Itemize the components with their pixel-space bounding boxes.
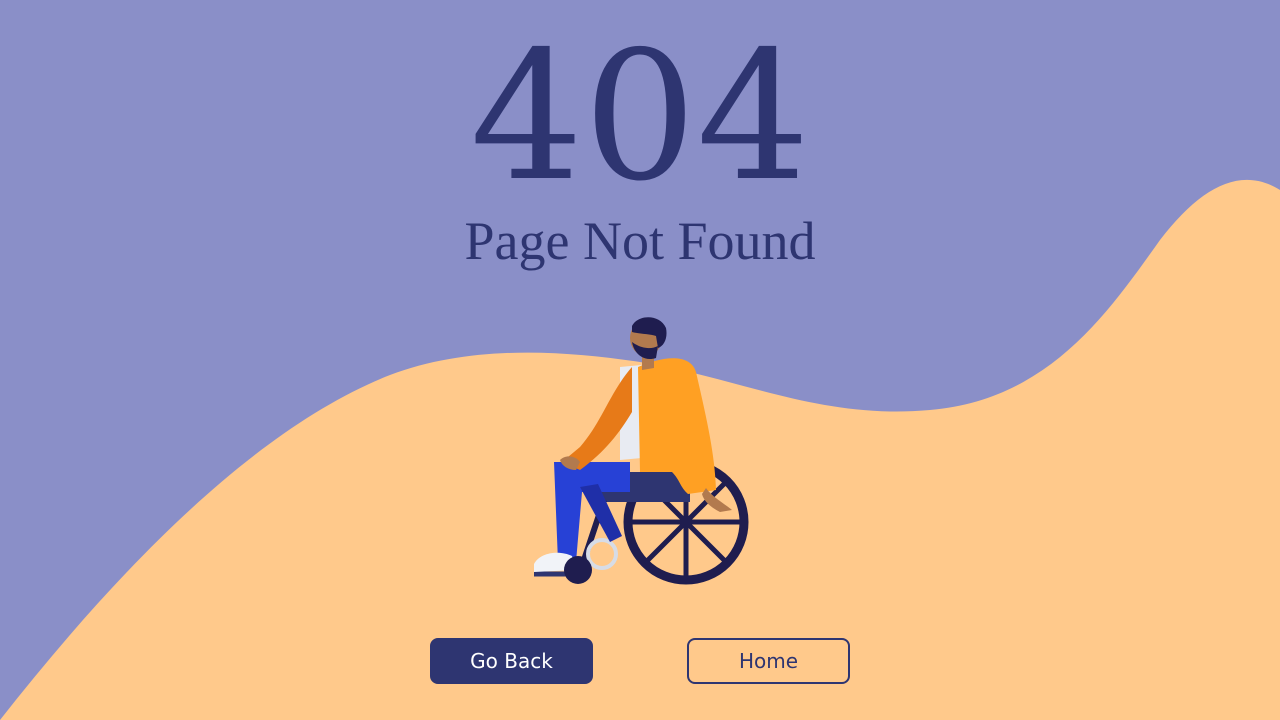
wheelchair-person-illustration [534,317,749,585]
error-code: 404 [470,13,810,220]
go-back-button[interactable]: Go Back [430,638,593,684]
page-title: Page Not Found [464,211,816,271]
home-button[interactable]: Home [687,638,850,684]
